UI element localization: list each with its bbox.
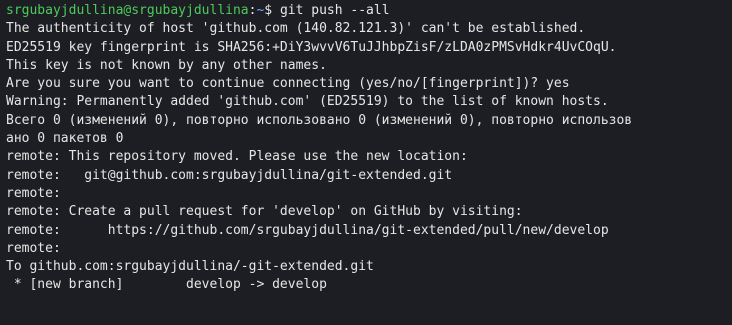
output-line: Warning: Permanently added 'github.com' …	[6, 94, 609, 110]
output-line: remote: https://github.com/srgubayjdulli…	[6, 222, 609, 238]
output-line: remote:	[6, 240, 61, 256]
output-line: Всего 0 (изменений 0), повторно использо…	[6, 112, 633, 128]
output-line: The authenticity of host 'github.com (14…	[6, 21, 586, 37]
output-line: ано 0 пакетов 0	[6, 131, 124, 147]
output-line: remote: This repository moved. Please us…	[6, 149, 468, 165]
prompt-line: srgubayjdullina@srgubayjdullina:~$ git p…	[6, 2, 732, 20]
output-line: * [new branch] develop -> develop	[6, 277, 327, 293]
output-line: ED25519 key fingerprint is SHA256:+DiY3w…	[6, 39, 617, 55]
prompt-symbol: $	[264, 3, 280, 18]
output-line: To github.com:srgubayjdullina/-git-exten…	[6, 259, 374, 275]
output-line: Are you sure you want to continue connec…	[6, 76, 570, 92]
output-line: remote:	[6, 185, 61, 201]
output-line: remote: git@github.com:srgubayjdullina/g…	[6, 167, 453, 183]
terminal-window[interactable]: srgubayjdullina@srgubayjdullina:~$ git p…	[0, 0, 732, 325]
prompt-user-host: srgubayjdullina@srgubayjdullina	[6, 3, 249, 18]
output-line: This key is not known by any other names…	[6, 57, 327, 73]
command-text: git push --all	[279, 3, 390, 18]
output-line: remote: Create a pull request for 'devel…	[6, 204, 523, 220]
